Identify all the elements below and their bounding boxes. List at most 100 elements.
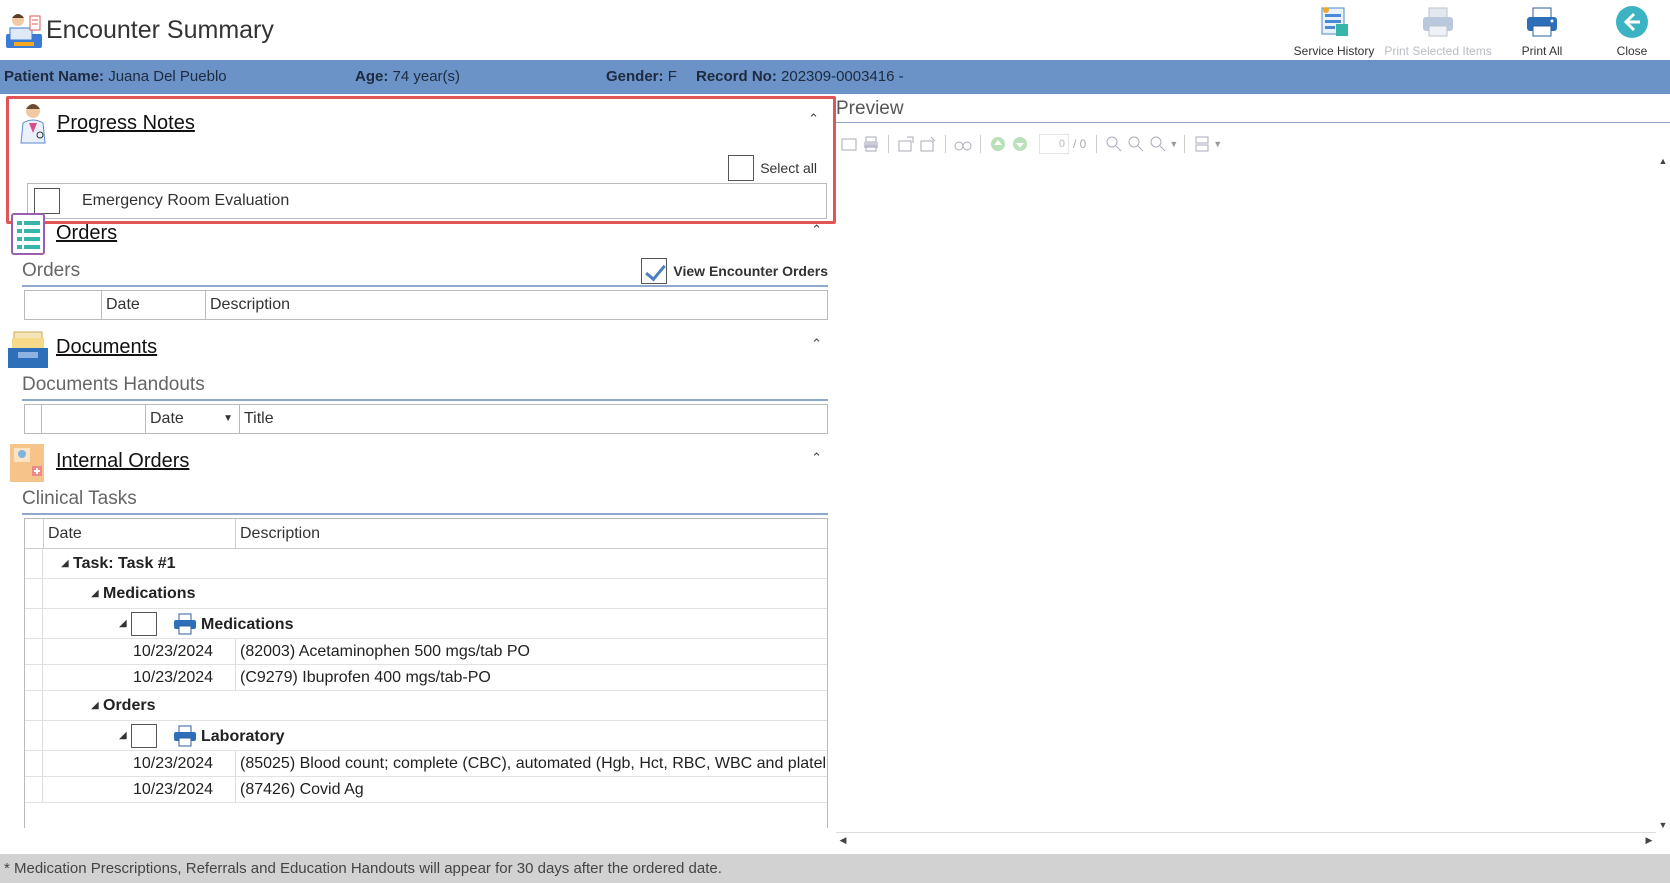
back-arrow-icon (1616, 6, 1648, 38)
view-encounter-orders-control[interactable]: View Encounter Orders (641, 258, 828, 284)
select-all-label: Select all (760, 160, 817, 176)
lab-order-description: (85025) Blood count; complete (CBC), aut… (235, 751, 827, 776)
laboratory-node-label: Laboratory (201, 728, 285, 745)
print-all-button[interactable]: Print All (1490, 0, 1594, 60)
progress-notes-title[interactable]: Progress Notes (57, 112, 195, 135)
internal-orders-section-header: Internal Orders ⌃ (0, 440, 836, 486)
documents-subtitle: Documents Handouts (22, 374, 205, 395)
preview-divider (836, 122, 1670, 123)
orders-group-label: Orders (103, 697, 156, 714)
documents-title[interactable]: Documents (56, 336, 157, 359)
scroll-right-icon[interactable]: ▶ (1642, 833, 1656, 847)
medication-row[interactable]: 10/23/2024 (82003) Acetaminophen 500 mgs… (25, 639, 827, 665)
encounter-summary-logo-icon (6, 14, 42, 48)
printer-icon[interactable] (173, 725, 197, 747)
collapse-triangle-icon[interactable]: ◢ (91, 700, 99, 711)
orders-subtitle: Orders (22, 260, 81, 281)
service-history-button[interactable]: Service History (1282, 0, 1386, 60)
patient-record-no: Record No: 202309-0003416 - (696, 68, 904, 85)
view-encounter-orders-checkbox[interactable] (641, 258, 668, 284)
patient-name: Patient Name: Juana Del Pueblo (4, 68, 227, 85)
print-all-label: Print All (1521, 44, 1563, 58)
orders-group-row[interactable]: ◢ Orders (25, 691, 827, 721)
scroll-left-icon[interactable]: ◀ (836, 833, 850, 847)
clinical-tasks-grid: Date Description ◢ Task: Task #1 ◢ Medic… (24, 518, 828, 828)
preview-horizontal-scrollbar[interactable]: ◀ ▶ (836, 832, 1656, 846)
collapse-triangle-icon[interactable]: ◢ (61, 558, 69, 569)
documents-grid-header: Date ▼ Title (24, 404, 828, 434)
zoom-in-icon[interactable] (1105, 135, 1123, 153)
orders-grid-header: Date Description (24, 290, 828, 320)
send-icon[interactable] (919, 135, 937, 153)
orders-collapse-icon[interactable]: ⌃ (811, 222, 822, 238)
close-button[interactable]: Close (1594, 0, 1670, 60)
zoom-icon[interactable] (1149, 135, 1167, 153)
footer-note: * Medication Prescriptions, Referrals an… (0, 854, 1670, 883)
laboratory-node-row[interactable]: ◢ Laboratory (25, 721, 827, 751)
doctor-icon (20, 104, 46, 144)
top-toolbar: Service History Print Selected Items Pri… (1282, 0, 1670, 60)
documents-blank-column (41, 405, 145, 433)
medications-group-label: Medications (103, 585, 196, 602)
previous-page-icon[interactable] (989, 135, 1007, 153)
scroll-up-icon[interactable]: ▲ (1656, 154, 1670, 168)
zoom-dropdown-icon[interactable]: ▼ (1169, 139, 1178, 149)
medication-row[interactable]: 10/23/2024 (C9279) Ibuprofen 400 mgs/tab… (25, 665, 827, 691)
view-encounter-orders-label: View Encounter Orders (673, 263, 828, 279)
zoom-out-icon[interactable] (1127, 135, 1145, 153)
collapse-triangle-icon[interactable]: ◢ (119, 730, 127, 741)
page-title: Encounter Summary (46, 16, 274, 44)
next-page-icon[interactable] (1011, 135, 1029, 153)
print-selected-items-button[interactable]: Print Selected Items (1384, 0, 1492, 60)
medications-node-row[interactable]: ◢ Medications (25, 609, 827, 639)
clinical-tasks-date-column[interactable]: Date (43, 519, 235, 549)
clinical-tasks-divider (22, 513, 828, 515)
printer-icon[interactable] (173, 613, 197, 635)
clinical-tasks-subtitle: Clinical Tasks (22, 488, 137, 509)
collapse-triangle-icon[interactable]: ◢ (91, 588, 99, 599)
preview-vertical-scrollbar[interactable]: ▲ ▼ (1656, 154, 1670, 832)
orders-title[interactable]: Orders (56, 222, 117, 245)
internal-orders-collapse-icon[interactable]: ⌃ (811, 450, 822, 466)
documents-date-column[interactable]: Date ▼ (145, 405, 239, 433)
lab-order-row[interactable]: 10/23/2024 (87426) Covid Ag (25, 777, 827, 803)
progress-note-checkbox[interactable] (34, 188, 60, 214)
patient-age: Age: 74 year(s) (355, 68, 461, 85)
sort-dropdown-icon[interactable]: ▼ (223, 405, 233, 433)
medications-node-checkbox[interactable] (131, 612, 157, 636)
service-history-icon (1321, 7, 1348, 36)
page-layout-icon[interactable] (1193, 135, 1211, 153)
orders-date-column[interactable]: Date (101, 291, 205, 319)
print-selected-icon (1423, 7, 1453, 37)
orders-section-header: Orders ⌃ (0, 212, 836, 258)
clinical-tasks-description-column[interactable]: Description (235, 519, 320, 549)
orders-description-column[interactable]: Description (205, 291, 827, 319)
orders-divider (22, 285, 828, 287)
documents-title-column[interactable]: Title (239, 405, 827, 433)
progress-notes-collapse-icon[interactable]: ⌃ (808, 111, 819, 127)
close-label: Close (1616, 44, 1648, 58)
select-all-control[interactable]: Select all (728, 155, 817, 181)
collapse-triangle-icon[interactable]: ◢ (119, 618, 127, 629)
print-preview-icon[interactable] (862, 135, 880, 153)
orders-list-icon (11, 213, 45, 255)
task-row[interactable]: ◢ Task: Task #1 (25, 549, 827, 579)
internal-orders-title[interactable]: Internal Orders (56, 450, 189, 473)
laboratory-node-checkbox[interactable] (131, 724, 157, 748)
documents-divider (22, 399, 828, 401)
scroll-down-icon[interactable]: ▼ (1656, 818, 1670, 832)
lab-order-date: 10/23/2024 (133, 755, 214, 772)
find-binoculars-icon[interactable] (954, 135, 972, 153)
select-all-checkbox[interactable] (728, 155, 755, 181)
clinical-tasks-grid-header: Date Description (25, 519, 827, 549)
documents-collapse-icon[interactable]: ⌃ (811, 336, 822, 352)
medications-group-row[interactable]: ◢ Medications (25, 579, 827, 609)
app-header: Encounter Summary Service History Print … (0, 0, 1670, 60)
page-number-input[interactable]: 0 (1039, 134, 1069, 154)
lab-order-row[interactable]: 10/23/2024 (85025) Blood count; complete… (25, 751, 827, 777)
open-icon[interactable] (840, 135, 858, 153)
export-icon[interactable] (897, 135, 915, 153)
layout-dropdown-icon[interactable]: ▼ (1213, 139, 1222, 149)
documents-section-header: Documents ⌃ (0, 326, 836, 372)
lab-order-description: (87426) Covid Ag (235, 777, 364, 802)
